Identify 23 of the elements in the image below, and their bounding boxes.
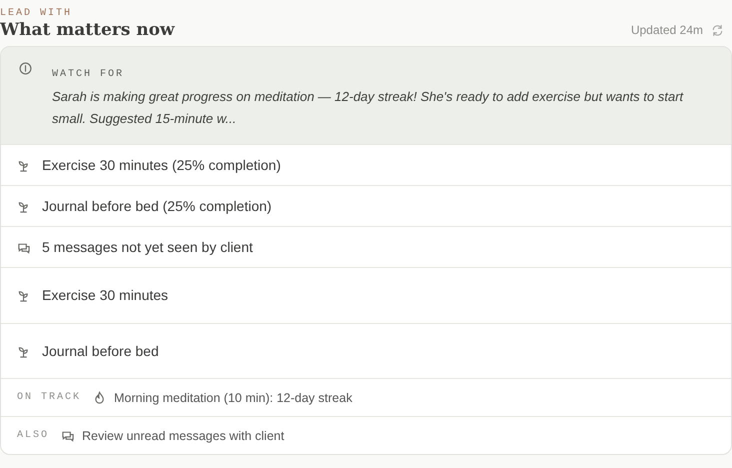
flame-icon <box>93 391 106 404</box>
section-label: LEAD WITH <box>0 8 74 20</box>
footer-label: ON TRACK <box>17 391 82 406</box>
section-title: What matters now <box>0 20 175 40</box>
item-text: Exercise 30 minutes <box>42 286 168 306</box>
messages-icon <box>61 429 74 442</box>
footer-label: ALSO <box>17 429 50 444</box>
sprout-icon <box>17 158 30 172</box>
refresh-icon[interactable] <box>711 24 724 37</box>
watch-text: Sarah is making great progress on meditation — 12-day streak! She's ready to add exercise but wants to start small. Suggested 15-minute w... <box>52 88 684 128</box>
item-text: Journal before bed <box>42 342 159 361</box>
footer-text: Morning meditation (10 min): 12-day streak <box>114 390 352 407</box>
sprout-icon <box>17 200 30 213</box>
item-text: Exercise 30 minutes (25% completion) <box>42 156 281 175</box>
updated-time: Updated 24m <box>630 22 703 40</box>
messages-icon <box>17 240 30 254</box>
sprout-icon <box>17 289 30 302</box>
sprout-icon <box>17 344 30 358</box>
item-text: Journal before bed (25% completion) <box>42 196 272 216</box>
item-text: 5 messages not yet seen by client <box>42 238 253 257</box>
footer-text: Review unread messages with client <box>82 428 284 445</box>
info-icon <box>19 62 32 76</box>
watch-label: WATCH FOR <box>52 68 126 82</box>
